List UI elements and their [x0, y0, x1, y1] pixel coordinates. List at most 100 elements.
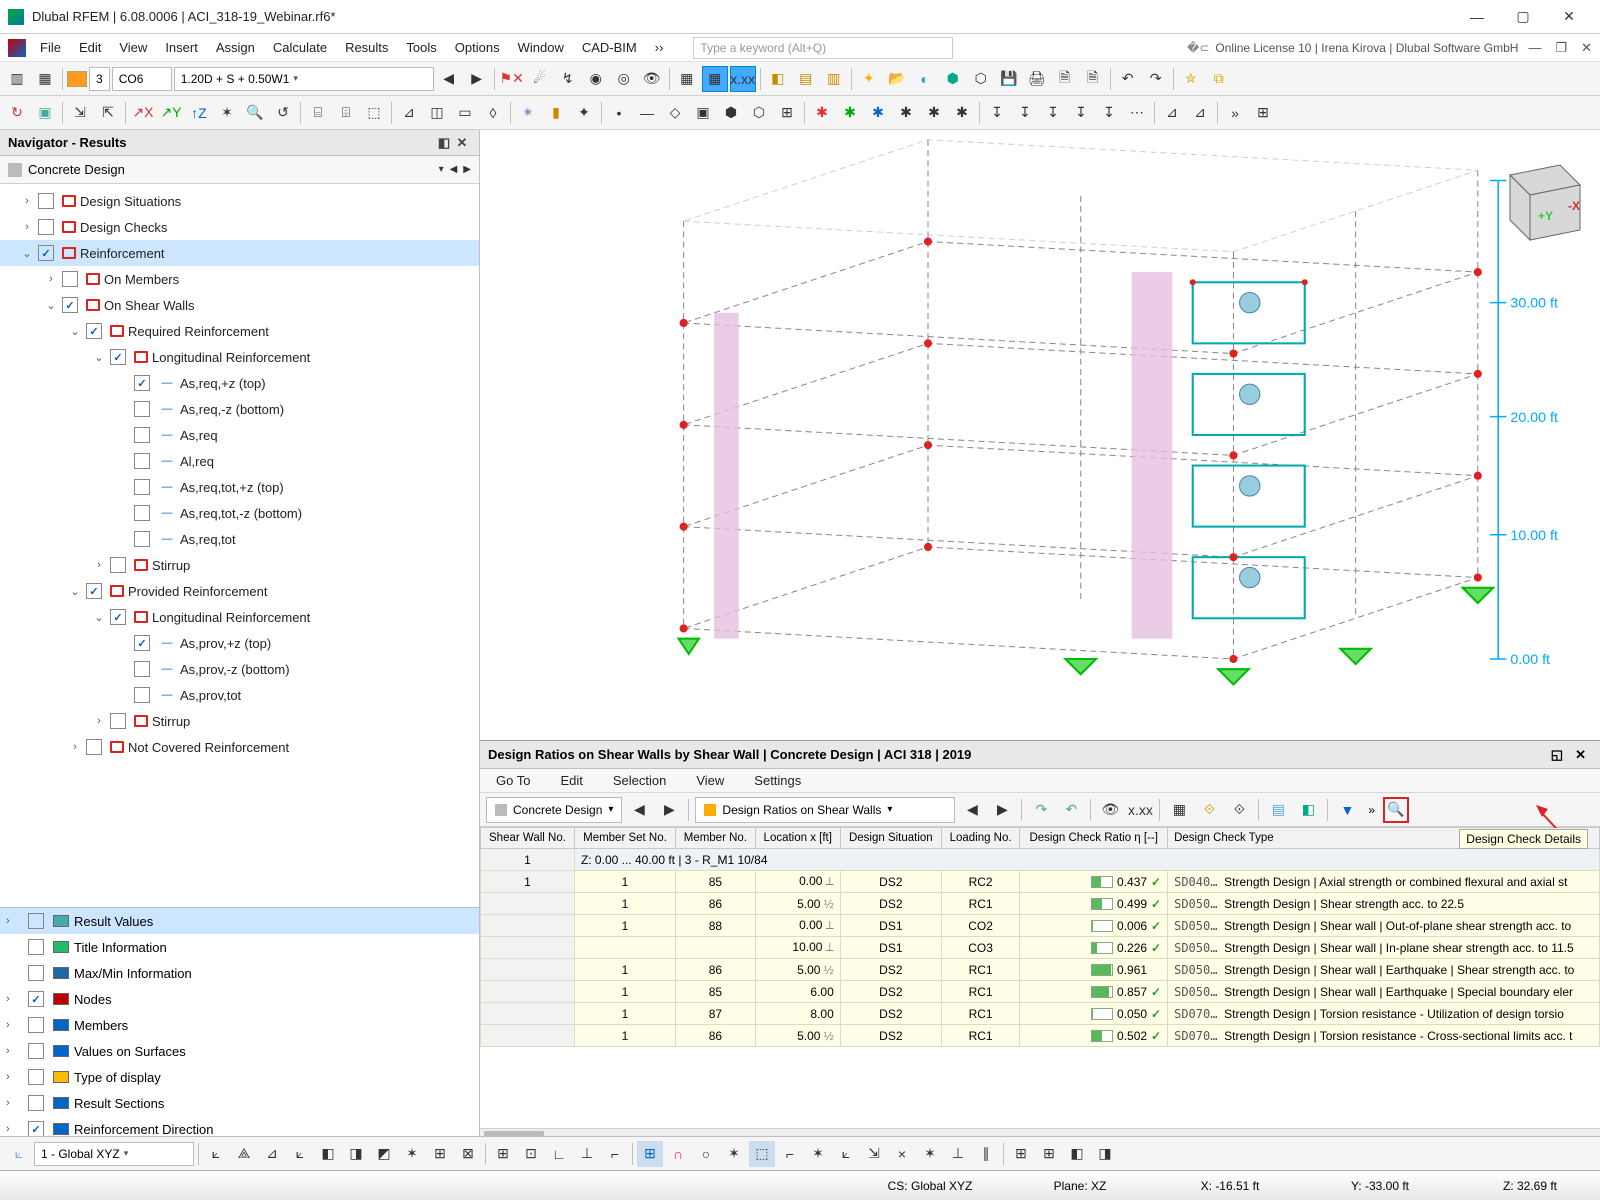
tb-icon[interactable]: ◨: [1092, 1141, 1118, 1167]
filter-icon[interactable]: ▼: [1334, 797, 1360, 823]
tree-item[interactable]: —Al,req: [0, 448, 479, 474]
tree-checkbox[interactable]: [28, 1043, 44, 1059]
tb-icon[interactable]: ↺: [270, 100, 296, 126]
tb-icon[interactable]: ⟀: [287, 1141, 313, 1167]
tb-icon[interactable]: ↶: [1058, 797, 1084, 823]
lower-item[interactable]: ›Values on Surfaces: [0, 1038, 479, 1064]
results-menu-goto[interactable]: Go To: [488, 769, 538, 792]
tb-icon[interactable]: ▦: [674, 66, 700, 92]
inner-minimize[interactable]: —: [1524, 40, 1545, 55]
tree-checkbox[interactable]: [134, 375, 150, 391]
column-header[interactable]: Design Situation: [840, 828, 941, 849]
tree-toggle-icon[interactable]: ›: [6, 1019, 20, 1031]
tree-checkbox[interactable]: [110, 609, 126, 625]
tb-icon[interactable]: ⊠: [455, 1141, 481, 1167]
tree-toggle-icon[interactable]: ›: [6, 1045, 20, 1057]
tb-icon[interactable]: ⊞: [490, 1141, 516, 1167]
column-header[interactable]: Member Set No.: [574, 828, 675, 849]
prev-case[interactable]: ◀: [436, 66, 462, 92]
keyword-search[interactable]: Type a keyword (Alt+Q): [693, 37, 953, 59]
iso-icon[interactable]: ✶: [214, 100, 240, 126]
tb-icon[interactable]: ⌐: [602, 1141, 628, 1167]
tree-checkbox[interactable]: [134, 635, 150, 651]
tree-checkbox[interactable]: [86, 583, 102, 599]
cs-icon[interactable]: ⟀: [6, 1141, 32, 1167]
undo-icon[interactable]: ↶: [1115, 66, 1141, 92]
tree-item[interactable]: —As,prov,tot: [0, 682, 479, 708]
menu-options[interactable]: Options: [447, 36, 508, 59]
panel-pin-icon[interactable]: ◧: [435, 135, 453, 151]
tb-icon[interactable]: ↯: [555, 66, 581, 92]
tree-checkbox[interactable]: [86, 739, 102, 755]
inner-close[interactable]: ✕: [1577, 40, 1596, 56]
tree-checkbox[interactable]: [62, 271, 78, 287]
tb-icon[interactable]: ⊞: [774, 100, 800, 126]
tree-checkbox[interactable]: [38, 245, 54, 261]
tree-item[interactable]: —As,req,tot,-z (bottom): [0, 500, 479, 526]
tb-icon[interactable]: ✴: [515, 100, 541, 126]
menu-results[interactable]: Results: [337, 36, 396, 59]
tb-icon[interactable]: ✦: [571, 100, 597, 126]
tb-icon[interactable]: x.xx: [1127, 797, 1153, 823]
tree-toggle-icon[interactable]: ⌄: [20, 247, 34, 260]
tb-icon[interactable]: ◉: [583, 66, 609, 92]
results-addon-combo[interactable]: Concrete Design ▾: [486, 797, 622, 823]
tb-icon[interactable]: ⊿: [259, 1141, 285, 1167]
tb-icon[interactable]: ⇲: [861, 1141, 887, 1167]
tree-toggle-icon[interactable]: ›: [6, 1071, 20, 1083]
tb-icon[interactable]: ▮: [543, 100, 569, 126]
tb-icon[interactable]: ↧: [1096, 100, 1122, 126]
tb-icon[interactable]: ⧉: [1206, 66, 1232, 92]
lower-item[interactable]: ›Members: [0, 1012, 479, 1038]
tree-toggle-icon[interactable]: ⌄: [68, 585, 82, 598]
table-row[interactable]: 1880.00 ⟂DS1CO20.006 ✓SD050… Strength De…: [481, 915, 1600, 937]
tb-icon[interactable]: ⟀: [833, 1141, 859, 1167]
menu-window[interactable]: Window: [510, 36, 572, 59]
lower-item[interactable]: Max/Min Information: [0, 960, 479, 986]
tree-toggle-icon[interactable]: ›: [92, 559, 106, 571]
tb-icon[interactable]: ✱: [809, 100, 835, 126]
model-viewport[interactable]: 40.00 ft 30.00 ft 20.00 ft 10.00 ft 0.00…: [480, 130, 1600, 740]
menu-insert[interactable]: Insert: [157, 36, 206, 59]
load-case-code[interactable]: CO6: [112, 67, 172, 91]
tb-icon[interactable]: ×: [889, 1141, 915, 1167]
tb-icon[interactable]: ⊥: [574, 1141, 600, 1167]
tb-icon[interactable]: •: [606, 100, 632, 126]
menu-calculate[interactable]: Calculate: [265, 36, 335, 59]
tb-icon[interactable]: ✶: [721, 1141, 747, 1167]
menu-cadbim[interactable]: CAD-BIM: [574, 36, 645, 59]
tree-checkbox[interactable]: [134, 661, 150, 677]
tree-toggle-icon[interactable]: ›: [68, 741, 82, 753]
column-header[interactable]: Member No.: [676, 828, 756, 849]
axis-z-icon[interactable]: ↑Z: [186, 100, 212, 126]
table-row[interactable]: 1878.00 DS2RC10.050 ✓SD070… Strength Des…: [481, 1003, 1600, 1025]
menu-view[interactable]: View: [111, 36, 155, 59]
navigator-category[interactable]: Concrete Design ▾ ◀ ▶: [0, 156, 479, 184]
axis-y-icon[interactable]: ↗Y: [158, 100, 184, 126]
tree-item[interactable]: ›Design Checks: [0, 214, 479, 240]
tree-item[interactable]: ⌄Provided Reinforcement: [0, 578, 479, 604]
tree-checkbox[interactable]: [28, 1121, 44, 1137]
tree-toggle-icon[interactable]: ⌄: [44, 299, 58, 312]
tree-checkbox[interactable]: [110, 349, 126, 365]
tb-icon[interactable]: ⊞: [1008, 1141, 1034, 1167]
tb-icon[interactable]: ⊿: [396, 100, 422, 126]
tree-checkbox[interactable]: [86, 323, 102, 339]
tb-icon[interactable]: ✱: [837, 100, 863, 126]
tree-toggle-icon[interactable]: ›: [6, 1123, 20, 1135]
tb-icon[interactable]: ⊿: [1187, 100, 1213, 126]
doc-icon[interactable]: 🗎: [1080, 66, 1106, 92]
tb-icon[interactable]: ✱: [949, 100, 975, 126]
menu-tools[interactable]: Tools: [398, 36, 444, 59]
lower-item[interactable]: ›Result Sections: [0, 1090, 479, 1116]
results-menu-view[interactable]: View: [688, 769, 732, 792]
tree-toggle-icon[interactable]: ›: [6, 1097, 20, 1109]
next-icon[interactable]: ▶: [989, 797, 1015, 823]
tree-item[interactable]: ›Stirrup: [0, 552, 479, 578]
tb-icon[interactable]: ⇲: [67, 100, 93, 126]
tb-icon[interactable]: ∥: [973, 1141, 999, 1167]
tree-item[interactable]: ⌄On Shear Walls: [0, 292, 479, 318]
table-row[interactable]: 1865.00 ½DS2RC10.502 ✓SD070… Strength De…: [481, 1025, 1600, 1047]
tree-checkbox[interactable]: [134, 453, 150, 469]
tb-icon[interactable]: ◧: [1295, 797, 1321, 823]
